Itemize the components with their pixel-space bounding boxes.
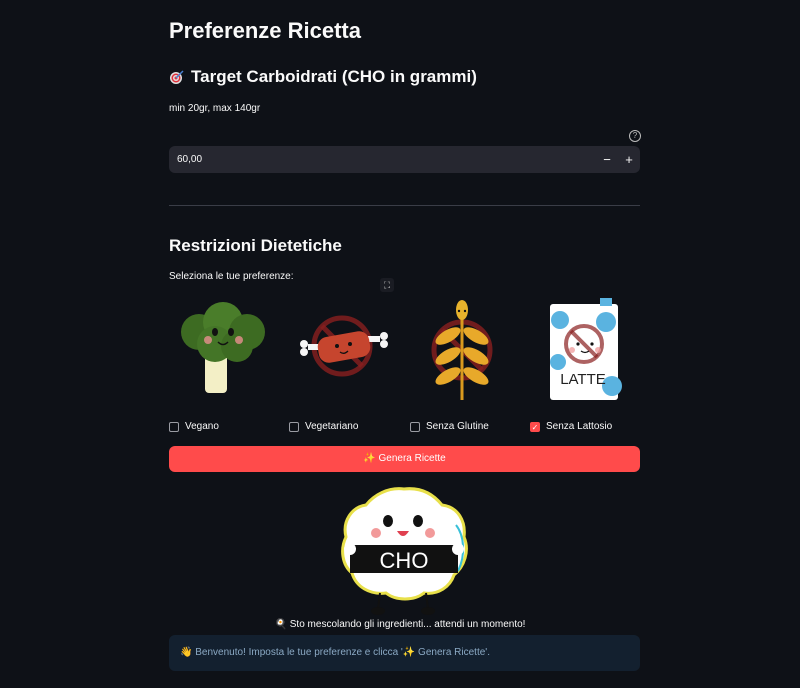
- target-heading: Target Carboidrati (CHO in grammi): [169, 67, 477, 87]
- help-icon[interactable]: ?: [629, 130, 641, 142]
- no-milk-image: LATTE: [536, 296, 636, 406]
- fullscreen-icon[interactable]: ⛶: [380, 278, 394, 292]
- decrement-button[interactable]: −: [596, 146, 618, 173]
- broccoli-image: [175, 296, 275, 406]
- checkbox-box[interactable]: [410, 421, 420, 432]
- no-meat-image: [290, 296, 390, 406]
- senza-lattosio-label[interactable]: Senza Lattosio: [546, 421, 612, 432]
- target-caption: min 20gr, max 140gr: [169, 103, 261, 114]
- vegano-checkbox[interactable]: Vegano: [169, 421, 219, 432]
- restrictions-heading: Restrizioni Dietetiche: [169, 236, 342, 255]
- cho-value[interactable]: 60,00: [169, 154, 596, 165]
- page-title: Preferenze Ricetta: [169, 18, 361, 43]
- vegano-label[interactable]: Vegano: [185, 421, 219, 432]
- target-dart-icon: [169, 69, 185, 85]
- senza-lattosio-checkbox[interactable]: ✓ Senza Lattosio: [530, 421, 612, 432]
- target-heading-text: Target Carboidrati (CHO in grammi): [191, 67, 477, 86]
- cho-number-input[interactable]: 60,00 − +: [169, 146, 640, 173]
- vegetariano-checkbox[interactable]: Vegetariano: [289, 421, 358, 432]
- senza-glutine-checkbox[interactable]: Senza Glutine: [410, 421, 489, 432]
- info-alert-text: 👋 Benvenuto! Imposta le tue preferenze e…: [180, 647, 490, 658]
- mascot-cho-text: CHO: [380, 548, 429, 573]
- senza-glutine-label[interactable]: Senza Glutine: [426, 421, 489, 432]
- increment-button[interactable]: +: [618, 146, 640, 173]
- checkbox-box[interactable]: [169, 421, 179, 432]
- genera-ricette-button[interactable]: ✨ Genera Ricette: [169, 446, 640, 472]
- checkbox-box-checked[interactable]: ✓: [530, 421, 540, 432]
- vegetariano-label[interactable]: Vegetariano: [305, 421, 358, 432]
- loading-status-text: 🍳 Sto mescolando gli ingredienti... atte…: [274, 619, 526, 630]
- no-wheat-image: [412, 296, 512, 406]
- select-preferences-label: Seleziona le tue preferenze:: [169, 271, 294, 282]
- cho-mascot-image: CHO: [338, 485, 470, 615]
- milk-carton-label: LATTE: [560, 371, 606, 388]
- checkbox-box[interactable]: [289, 421, 299, 432]
- divider: [169, 205, 640, 206]
